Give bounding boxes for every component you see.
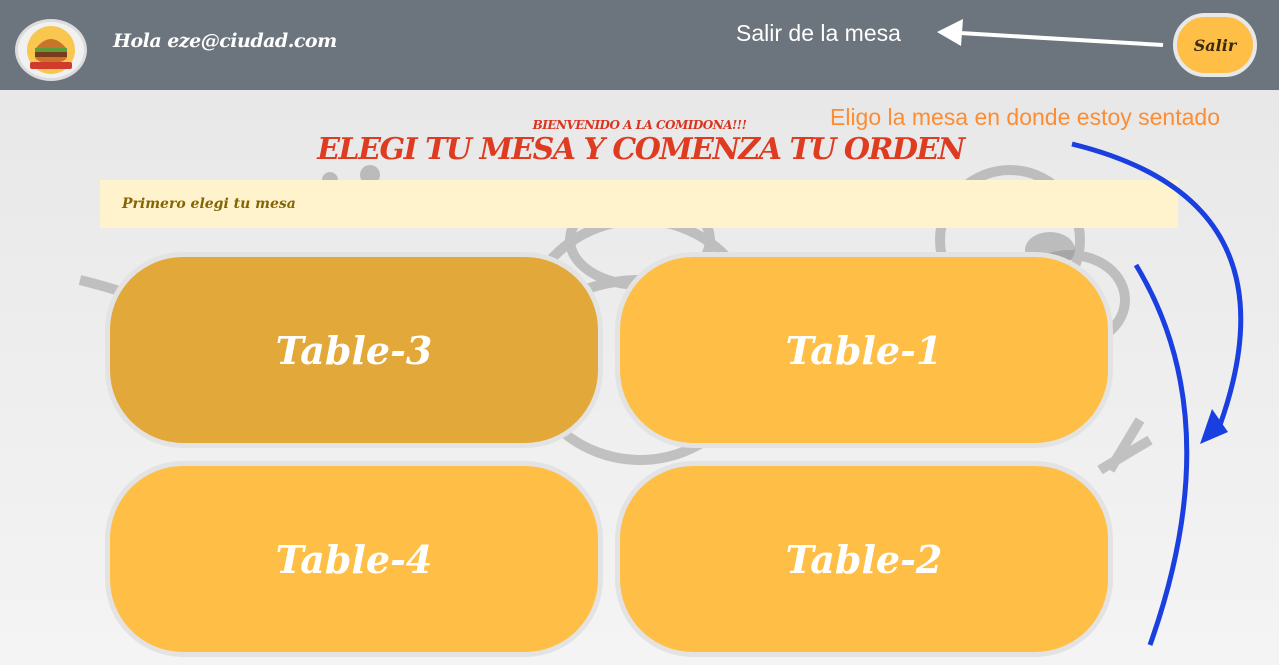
table-button-2[interactable]: Table-2 [615,461,1113,657]
logout-button[interactable]: Salir [1173,13,1257,77]
choose-table-annotation: Eligo la mesa en donde estoy sentado [830,104,1220,130]
top-navbar: Hola eze@ciudad.com Salir de la mesa Sal… [0,0,1279,90]
table-button-4[interactable]: Table-4 [105,461,603,657]
exit-hint-label: Salir de la mesa [736,20,901,46]
user-greeting: Hola eze@ciudad.com [113,30,337,52]
burger-logo[interactable] [15,19,87,81]
page-title: ELEGI TU MESA Y COMENZA TU ORDEN [317,132,965,167]
burger-icon [27,26,75,74]
table-button-1[interactable]: Table-1 [615,252,1113,448]
select-table-alert: Primero elegi tu mesa [100,180,1178,228]
table-button-3[interactable]: Table-3 [105,252,603,448]
